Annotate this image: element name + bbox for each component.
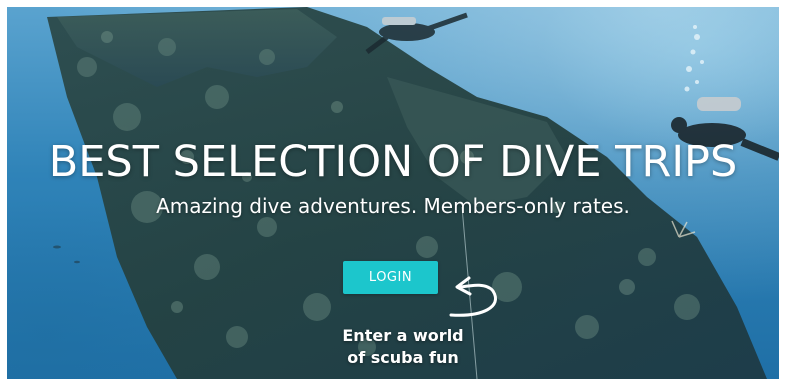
curved-arrow-icon [449, 276, 497, 317]
callout-line-2: of scuba fun [347, 348, 459, 367]
hero-subheadline: Amazing dive adventures. Members-only ra… [156, 194, 630, 218]
callout-line-1: Enter a world [342, 326, 464, 345]
underwater-shipwreck-image [7, 7, 779, 379]
login-button[interactable]: LOGIN [343, 261, 438, 294]
hero-headline: BEST SELECTION OF DIVE TRIPS [48, 137, 738, 187]
hero-banner: BEST SELECTION OF DIVE TRIPS Amazing div… [7, 7, 779, 379]
page-frame: BEST SELECTION OF DIVE TRIPS Amazing div… [0, 0, 786, 384]
callout-text: Enter a world of scuba fun [323, 325, 483, 369]
